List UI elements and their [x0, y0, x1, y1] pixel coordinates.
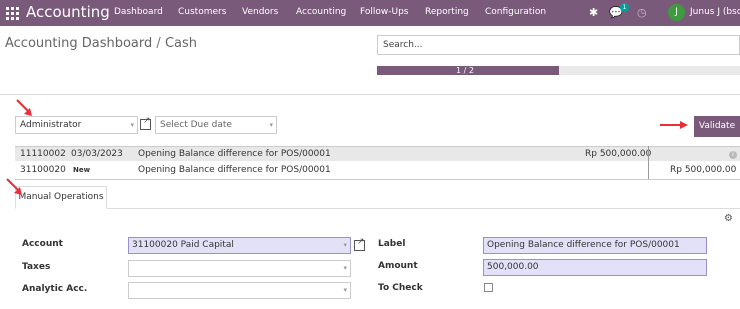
progress-text: 1 / 2: [456, 66, 474, 75]
chevron-down-icon: ▾: [343, 241, 347, 249]
avatar[interactable]: J: [668, 4, 685, 21]
column-divider: [648, 146, 649, 179]
line-account: 31100020: [20, 165, 66, 175]
chat-badge: 1: [620, 3, 629, 12]
external-link-icon[interactable]: [140, 116, 151, 130]
reconciliation-progress: 1 / 2: [377, 66, 740, 75]
apps-menu-icon[interactable]: [6, 7, 19, 20]
partner-value: Administrator: [20, 120, 82, 130]
to-check-checkbox[interactable]: [484, 283, 493, 292]
annotation-arrow: [6, 178, 22, 195]
line-label: Opening Balance difference for POS/00001: [138, 165, 331, 175]
taxes-label: Taxes: [22, 262, 51, 272]
menu-customers[interactable]: Customers: [178, 7, 226, 17]
table-row[interactable]: 11110002 03/03/2023 Opening Balance diff…: [15, 146, 740, 161]
new-badge: New: [73, 166, 91, 174]
breadcrumb-separator: /: [156, 36, 161, 51]
tab-underline: [15, 208, 740, 209]
line-credit: Rp 500,000.00: [670, 165, 737, 175]
menu-vendors[interactable]: Vendors: [242, 7, 278, 17]
menu-reporting[interactable]: Reporting: [425, 7, 469, 17]
search-box: [377, 35, 740, 55]
external-link-icon[interactable]: [354, 237, 365, 251]
label-label: Label: [378, 239, 406, 249]
account-label: Account: [22, 239, 63, 249]
info-icon[interactable]: i: [729, 151, 737, 159]
search-input[interactable]: [378, 36, 739, 54]
analytic-account-label: Analytic Acc.: [22, 284, 88, 294]
due-date-select[interactable]: Select Due date ▾: [155, 116, 277, 134]
divider: [0, 94, 740, 95]
clock-icon[interactable]: ◷: [637, 6, 647, 19]
gear-icon[interactable]: ⚙: [724, 213, 733, 224]
amount-label: Amount: [378, 261, 418, 271]
label-field[interactable]: Opening Balance difference for POS/00001: [483, 237, 707, 254]
line-date: 03/03/2023: [71, 149, 123, 159]
menu-configuration[interactable]: Configuration: [485, 7, 546, 17]
chevron-down-icon: ▾: [343, 286, 347, 294]
app-brand[interactable]: Accounting: [26, 3, 110, 21]
to-check-label: To Check: [378, 283, 423, 293]
menu-accounting[interactable]: Accounting: [296, 7, 346, 17]
top-navbar: Accounting Dashboard Customers Vendors A…: [0, 0, 740, 26]
chevron-down-icon: ▾: [269, 121, 273, 129]
analytic-account-field[interactable]: ▾: [128, 282, 351, 299]
due-date-placeholder: Select Due date: [160, 120, 232, 130]
chevron-down-icon: ▾: [343, 264, 347, 272]
line-account: 11110002: [20, 149, 66, 159]
line-label: Opening Balance difference for POS/00001: [138, 149, 331, 159]
line-debit: Rp 500,000.00: [585, 149, 652, 159]
amount-field[interactable]: 500,000.00: [483, 259, 707, 276]
breadcrumb-root[interactable]: Accounting Dashboard: [5, 36, 152, 51]
tab-manual-operations[interactable]: Manual Operations: [15, 186, 107, 209]
validate-button[interactable]: Validate: [694, 116, 740, 137]
menu-follow-ups[interactable]: Follow-Ups: [360, 7, 408, 17]
account-field[interactable]: 31100020 Paid Capital ▾: [128, 237, 351, 254]
breadcrumb: Accounting Dashboard / Cash: [5, 36, 197, 51]
account-value: 31100020 Paid Capital: [132, 240, 234, 250]
bug-icon[interactable]: ✱: [589, 6, 598, 19]
divider: [15, 179, 740, 180]
taxes-field[interactable]: ▾: [128, 260, 351, 277]
annotation-arrow: [16, 99, 32, 116]
chevron-down-icon: ▾: [130, 121, 134, 129]
annotation-arrow: [660, 121, 688, 129]
user-name[interactable]: Junus J (bsd: [690, 7, 740, 17]
table-row[interactable]: 31100020 New Opening Balance difference …: [15, 163, 740, 178]
menu-dashboard[interactable]: Dashboard: [114, 7, 163, 17]
breadcrumb-current: Cash: [164, 36, 197, 51]
